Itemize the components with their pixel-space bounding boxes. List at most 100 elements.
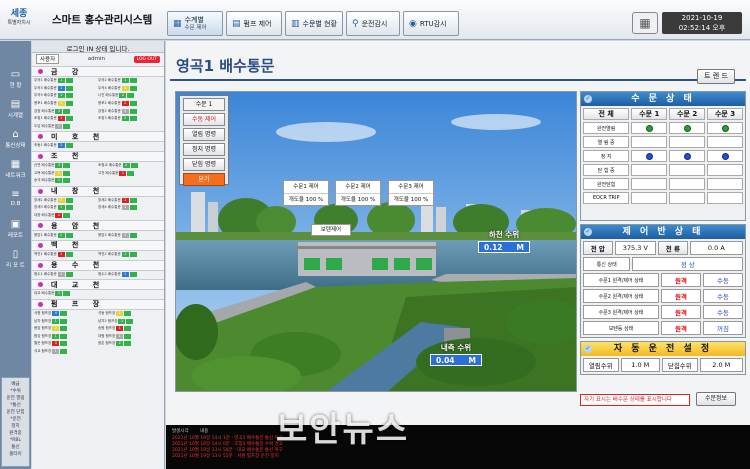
gate1-control[interactable]: 수문1 제어 개도율 100 % xyxy=(283,180,329,206)
gate2-control[interactable]: 수문2 제어 개도율 100 % xyxy=(335,180,381,206)
stop-command-button[interactable]: 정지 명령 xyxy=(183,143,225,156)
station-row[interactable]: 조정1 배수통문 1 조정3 배수통문 2 xyxy=(32,115,164,123)
pump-control-button[interactable]: ▤ 펌프 제어 xyxy=(226,11,282,36)
status-led-icon xyxy=(721,152,729,160)
station-name: 백천2 배수통문 xyxy=(98,252,121,257)
station-name: 장세1 배수통문 xyxy=(34,197,57,202)
gate-selector[interactable]: 수문 1 xyxy=(183,98,225,111)
event-log: 발생시각 내용 2021년 10월 19일 14시 1분 : 영곡1 배수통문 … xyxy=(166,413,750,469)
nav-item-network[interactable]: ▦ 네트워크 xyxy=(0,157,31,187)
river-group-header[interactable]: 미 호 천 xyxy=(32,131,164,143)
nav-item-timeseries[interactable]: ▤ 시계열 xyxy=(0,97,31,127)
station-row[interactable]: 우곡1 배수통문 1 우곡2 배수통문 1 xyxy=(32,77,164,85)
status-indicator xyxy=(130,163,138,169)
station-name: 송원 펌프장 xyxy=(98,326,116,331)
status-indicator: 2 xyxy=(52,326,60,332)
station-row[interactable]: 산연 배수통문 3 조정교 배수통문 2 xyxy=(32,162,164,170)
gate-state-cell xyxy=(631,178,668,190)
river-group-header[interactable]: 조 천 xyxy=(32,150,164,162)
nav-item-db[interactable]: ≡ D.B xyxy=(0,187,31,217)
status-indicator xyxy=(129,101,137,107)
river-group-header[interactable]: 용 암 천 xyxy=(32,220,164,232)
station-row[interactable]: 석교 펌프장 1 xyxy=(32,348,164,356)
operation-monitor-button[interactable]: ⚲ 운전감시 xyxy=(346,11,400,36)
rtu-monitor-button[interactable]: ◉ RTU감시 xyxy=(403,11,459,36)
status-indicator: 1 xyxy=(57,271,65,277)
station-row[interactable]: 조동1 배수통문 1 xyxy=(32,142,164,150)
logo-sub: 특별자치시 xyxy=(7,20,31,26)
station-row[interactable]: 월운 펌프장 3 점촌 펌프장 2 xyxy=(32,340,164,348)
station-row[interactable]: 용포1 배수통문 2 용포2 배수통문 2 xyxy=(32,100,164,108)
station-row[interactable]: 송석 배수통문 1 xyxy=(32,177,164,185)
nav-item-docs[interactable]: ▯ 리 포 트 xyxy=(0,247,31,277)
station-row[interactable]: 봉암 펌프장 2 송원 펌프장 1 xyxy=(32,325,164,333)
group-dot-icon xyxy=(38,134,43,140)
station-row[interactable]: 도담 배수통문 1 xyxy=(32,123,164,131)
light-control-button[interactable]: 보텐제어 xyxy=(311,224,351,236)
station-row[interactable]: 우곡5 배수통문 1 나진 배수통문 2 xyxy=(32,92,164,100)
river-group-header[interactable]: 펌 프 장 xyxy=(32,298,164,310)
station-row[interactable]: 내창 배수통문 1 xyxy=(32,212,164,220)
inner-water-level: 내측 수위 0.04 M xyxy=(430,342,482,366)
station-row[interactable]: 대교 배수통문 1 xyxy=(32,290,164,298)
status-indicator xyxy=(65,205,73,211)
remote-mode[interactable]: 원격 xyxy=(661,321,701,335)
river-group-header[interactable]: 용 수 천 xyxy=(32,259,164,271)
station-row[interactable]: 백천1 배수통문 1 백천2 배수통문 1 xyxy=(32,251,164,259)
trend-button[interactable]: 트 렌 드 xyxy=(697,69,735,84)
station-name: 백천1 배수통문 xyxy=(34,252,57,257)
dismiss-button[interactable]: 닫기 xyxy=(183,173,225,186)
station-row[interactable]: 서원 펌프장 4 석동 펌프장 1 xyxy=(32,310,164,318)
control-mode[interactable]: 꺼짐 xyxy=(703,321,743,335)
logout-button[interactable]: LOG OUT xyxy=(133,55,160,63)
basin-gate-control-button[interactable]: ▦ 수계별 수문 제어 xyxy=(167,11,223,36)
station-row[interactable]: 장세3 배수통문 1 장세4 배수통문 1 xyxy=(32,204,164,212)
river-group-header[interactable]: 대 교 천 xyxy=(32,279,164,291)
gate-state-cell xyxy=(707,178,743,190)
status-indicator: 1 xyxy=(116,333,124,339)
gate-info-button[interactable]: 수문정보 xyxy=(696,392,736,406)
close-command-button[interactable]: 닫힘 명령 xyxy=(183,158,225,171)
control-mode[interactable]: 수동 xyxy=(703,273,743,287)
remote-mode[interactable]: 원격 xyxy=(661,289,701,303)
nav-item-comm[interactable]: ⌂ 통신상태 xyxy=(0,127,31,157)
calendar-icon[interactable]: ▦ xyxy=(632,12,658,34)
gate-command-panel: 수문 1 수동 제어 열림 명령 정지 명령 닫힘 명령 닫기 xyxy=(179,95,229,186)
station-row[interactable]: 용수1 배수통문 1 용수2 배수통문 1 xyxy=(32,271,164,279)
station-row[interactable]: 남차 펌프장 1 남차2 펌프장 1 xyxy=(32,317,164,325)
close-level-setting[interactable]: 2.0 M xyxy=(699,358,744,372)
gate-state-cell xyxy=(669,150,706,162)
nav-item-status[interactable]: ▭ 현 황 xyxy=(0,67,31,97)
manual-control-button[interactable]: 수동 제어 xyxy=(183,113,225,126)
control-mode[interactable]: 수동 xyxy=(703,289,743,303)
gate3-control[interactable]: 수문3 제어 개도율 100 % xyxy=(388,180,434,206)
open-command-button[interactable]: 열림 명령 xyxy=(183,128,225,141)
station-row[interactable]: 용암1 배수통문 2 용암2 배수통문 1 xyxy=(32,231,164,239)
remote-mode[interactable]: 원격 xyxy=(661,273,701,287)
river-group-header[interactable]: 금 강 xyxy=(32,66,164,77)
station-name: 우곡3 배수통문 xyxy=(34,85,57,90)
remote-mode[interactable]: 원격 xyxy=(661,305,701,319)
open-level-setting[interactable]: 1.0 M xyxy=(620,358,661,372)
group-dot-icon xyxy=(38,301,43,307)
station-row[interactable]: 합강 펌프장 1 대평 펌프장 1 xyxy=(32,332,164,340)
status-indicator: 1 xyxy=(52,333,60,339)
station-name: 도담 배수통문 xyxy=(34,123,55,128)
station-name: 우곡4 배수통문 xyxy=(98,85,121,90)
status-indicator xyxy=(129,85,137,91)
station-row[interactable]: 검정 배수통문 3 강정2 배수통문 2 xyxy=(32,107,164,115)
check-icon: ✓ xyxy=(584,228,592,236)
status-indicator xyxy=(124,310,132,316)
gate-status-button[interactable]: ▥ 수문별 현황 xyxy=(285,11,343,36)
station-row[interactable]: 우곡3 배수통문 1 우곡4 배수통문 1 xyxy=(32,85,164,93)
status-indicator: 2 xyxy=(119,93,127,99)
river-group-header[interactable]: 내 창 천 xyxy=(32,185,164,197)
station-row[interactable]: 장세1 배수통문 2 장세2 배수통문 1 xyxy=(32,197,164,205)
station-row[interactable]: 고복 배수통문 1 고천 배수통문 1 xyxy=(32,169,164,177)
river-group-header[interactable]: 백 천 xyxy=(32,239,164,251)
control-mode[interactable]: 수동 xyxy=(703,305,743,319)
group-dot-icon xyxy=(38,223,43,229)
system-title: 스마트 홍수관리시스템 xyxy=(52,14,153,26)
status-indicator xyxy=(60,333,68,339)
nav-item-report[interactable]: ▣ 레포트 xyxy=(0,217,31,247)
